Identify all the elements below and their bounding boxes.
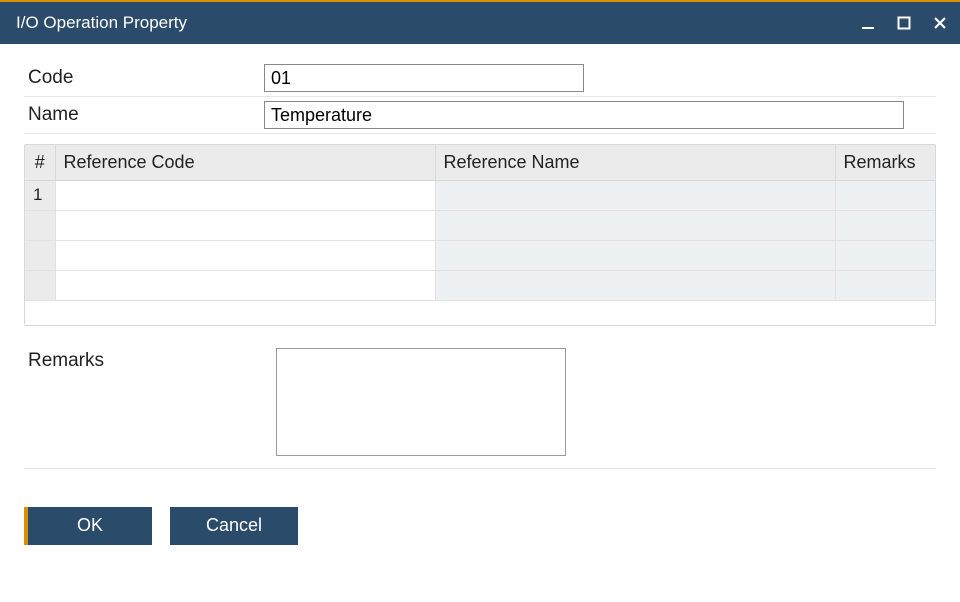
- minimize-icon: [860, 15, 876, 31]
- cell-refname[interactable]: [435, 180, 835, 210]
- cell-num: 1: [25, 180, 55, 210]
- remarks-row: Remarks: [24, 348, 936, 469]
- dialog-window: I/O Operation Property Code Name: [0, 0, 960, 602]
- cell-remarks[interactable]: [835, 210, 935, 240]
- name-label: Name: [24, 104, 264, 126]
- cell-refname[interactable]: [435, 210, 835, 240]
- reference-table-wrap: # Reference Code Reference Name Remarks …: [24, 144, 936, 326]
- col-header-refname[interactable]: Reference Name: [435, 145, 835, 180]
- cell-refname[interactable]: [435, 240, 835, 270]
- cell-refname[interactable]: [435, 270, 835, 300]
- code-label: Code: [24, 67, 264, 89]
- dialog-content: Code Name # Reference Code Reference Nam…: [0, 44, 960, 602]
- cell-remarks[interactable]: [835, 180, 935, 210]
- close-icon: [933, 16, 947, 30]
- name-input[interactable]: [264, 101, 904, 129]
- table-footer-space: [25, 301, 935, 325]
- close-button[interactable]: [930, 13, 950, 33]
- table-row[interactable]: 1: [25, 180, 935, 210]
- table-row[interactable]: [25, 210, 935, 240]
- cell-num: [25, 240, 55, 270]
- name-row: Name: [24, 99, 936, 134]
- col-header-refcode[interactable]: Reference Code: [55, 145, 435, 180]
- cell-refcode[interactable]: [55, 180, 435, 210]
- col-header-num[interactable]: #: [25, 145, 55, 180]
- maximize-icon: [897, 16, 911, 30]
- remarks-textarea[interactable]: [276, 348, 566, 456]
- maximize-button[interactable]: [894, 13, 914, 33]
- cell-refcode[interactable]: [55, 240, 435, 270]
- cell-num: [25, 210, 55, 240]
- table-header-row: # Reference Code Reference Name Remarks: [25, 145, 935, 180]
- window-controls: [858, 13, 950, 33]
- cell-refcode[interactable]: [55, 270, 435, 300]
- titlebar[interactable]: I/O Operation Property: [0, 2, 960, 44]
- table-row[interactable]: [25, 240, 935, 270]
- cancel-button[interactable]: Cancel: [170, 507, 298, 545]
- cell-refcode[interactable]: [55, 210, 435, 240]
- button-row: OK Cancel: [24, 507, 936, 545]
- table-row[interactable]: [25, 270, 935, 300]
- minimize-button[interactable]: [858, 13, 878, 33]
- cell-num: [25, 270, 55, 300]
- reference-table: # Reference Code Reference Name Remarks …: [25, 145, 935, 301]
- window-title: I/O Operation Property: [16, 13, 858, 33]
- code-row: Code: [24, 62, 936, 97]
- col-header-remarks[interactable]: Remarks: [835, 145, 935, 180]
- remarks-label: Remarks: [24, 348, 276, 456]
- ok-button[interactable]: OK: [24, 507, 152, 545]
- cell-remarks[interactable]: [835, 240, 935, 270]
- code-input[interactable]: [264, 64, 584, 92]
- cell-remarks[interactable]: [835, 270, 935, 300]
